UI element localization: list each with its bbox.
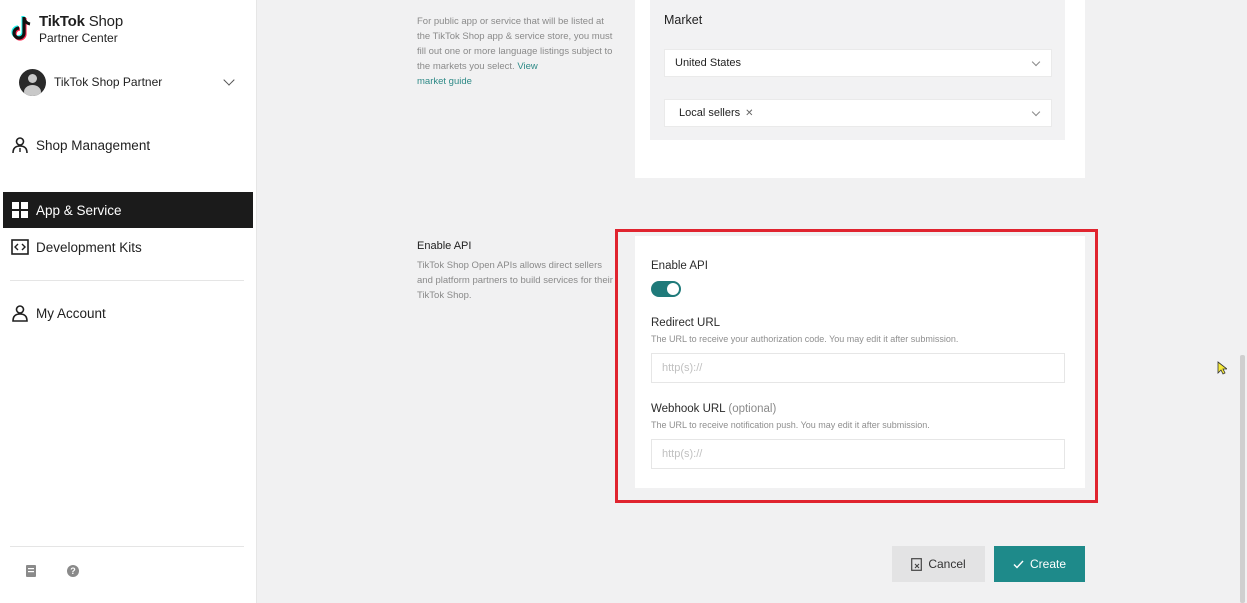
document-icon[interactable] [25,564,37,577]
tiktok-logo-icon [11,15,33,45]
market-desc-text: For public app or service that will be l… [417,16,613,72]
create-label: Create [1029,557,1067,571]
divider [10,280,244,281]
chevron-down-icon [1031,107,1041,117]
api-description: TikTok Shop Open APIs allows direct sell… [417,260,613,301]
help-icon[interactable]: ? [67,564,79,577]
view-link[interactable]: View [517,61,537,72]
seller-type-select[interactable]: Local sellers ✕ [664,99,1052,127]
person-icon [11,304,29,322]
country-value: United States [675,57,742,69]
nav-shop-management[interactable]: Shop Management [3,127,253,163]
nav-label: My Account [36,305,106,321]
cancel-label: Cancel [928,557,966,571]
redirect-url-label: Redirect URL [651,317,721,329]
check-icon [1013,560,1024,569]
chevron-down-icon [1031,57,1041,67]
scrollbar[interactable] [1240,355,1245,603]
cancel-button[interactable]: Cancel [892,546,985,582]
enable-api-label: Enable API [651,260,708,272]
svg-text:?: ? [70,566,76,576]
nav-label: Development Kits [36,239,142,255]
chevron-down-icon [223,74,235,86]
api-section-title: Enable API [417,240,472,252]
divider [10,546,244,547]
nav-app-service[interactable]: App & Service [3,192,253,228]
webhook-url-input[interactable] [651,439,1065,469]
redirect-url-help: The URL to receive your authorization co… [651,334,959,344]
optional-text: (optional) [728,403,777,415]
account-switcher[interactable]: TikTok Shop Partner [19,68,239,96]
seller-tag-label: Local sellers [679,107,741,119]
webhook-url-help: The URL to receive notification push. Yo… [651,420,930,430]
brand-shop: Shop [84,13,123,30]
seller-tag: Local sellers ✕ [673,105,760,121]
nav-label: Shop Management [36,137,151,153]
webhook-label-text: Webhook URL [651,403,726,415]
create-button[interactable]: Create [994,546,1085,582]
redirect-url-input[interactable] [651,353,1065,383]
cancel-icon [911,557,923,571]
tiktok-shop-logo[interactable]: TikTok Shop Partner Center [11,13,123,45]
brand-subtitle: Partner Center [39,31,118,45]
country-select[interactable]: United States [664,49,1052,77]
mouse-cursor-icon [1217,361,1229,380]
enable-api-toggle[interactable] [651,281,681,297]
avatar [19,68,46,96]
grid-icon [11,201,29,219]
market-panel: Market United States Local sellers ✕ [650,0,1065,140]
sidebar: TikTok Shop Partner Center TikTok Shop P… [0,0,257,603]
brand-name: TikTok [39,13,85,30]
webhook-url-label: Webhook URL (optional) [651,403,776,415]
market-label: Market [664,13,703,27]
market-card: Market United States Local sellers ✕ [635,0,1085,178]
market-description: For public app or service that will be l… [417,14,617,89]
code-icon [11,238,29,256]
user-icon [11,136,29,154]
api-card: Enable API Redirect URL The URL to recei… [635,236,1085,488]
account-name: TikTok Shop Partner [54,75,163,89]
nav-my-account[interactable]: My Account [3,295,253,331]
nav-development-kits[interactable]: Development Kits [3,229,253,265]
close-icon[interactable]: ✕ [745,108,753,119]
nav-label: App & Service [36,202,122,218]
market-guide-link[interactable]: market guide [417,76,472,87]
